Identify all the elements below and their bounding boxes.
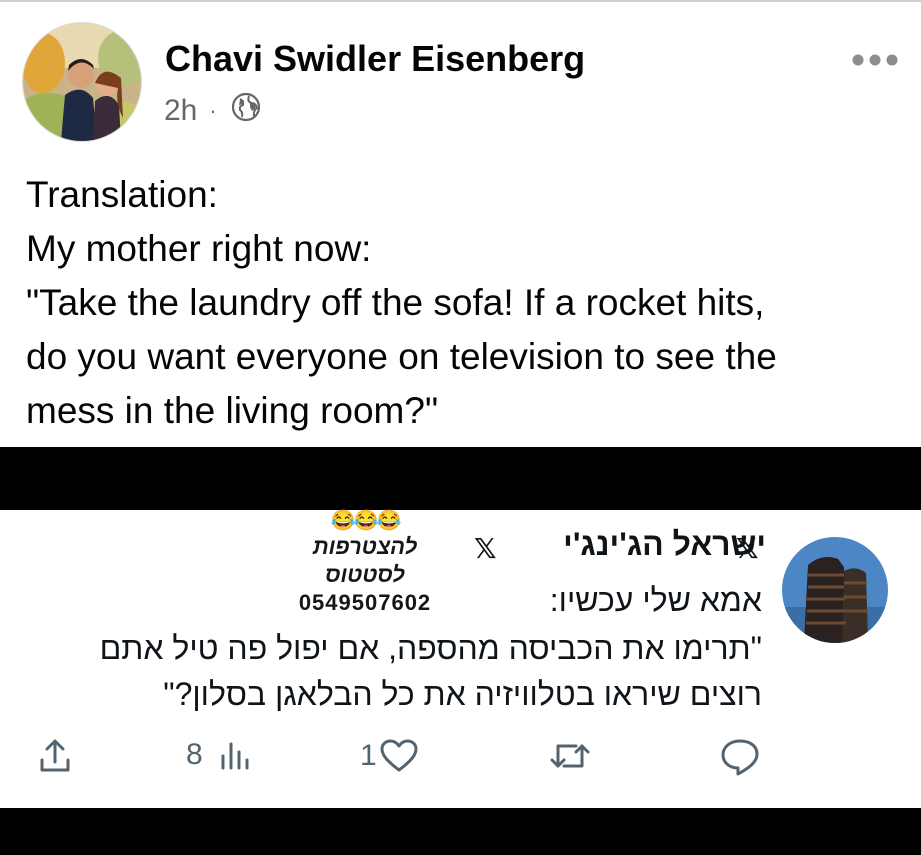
image-top-band xyxy=(0,447,921,510)
post-text-line: do you want everyone on television to se… xyxy=(26,336,777,377)
author-name[interactable]: Chavi Swidler Eisenberg xyxy=(165,38,585,80)
like-count: 1 xyxy=(360,739,377,772)
author-avatar[interactable] xyxy=(22,22,142,142)
post-meta: 2h · xyxy=(164,92,261,130)
views-count: 8 xyxy=(186,738,203,771)
laughing-emoji-icon: 😂😂😂 xyxy=(330,510,402,532)
post-text-line: Translation: xyxy=(26,174,218,215)
post-time[interactable]: 2h xyxy=(164,94,197,128)
avatar-photo xyxy=(23,23,141,141)
post-text: Translation: My mother right now: "Take … xyxy=(26,168,906,438)
post-text-line: "Take the laundry off the sofa! If a roc… xyxy=(26,282,765,323)
tweet-display-name: ישראל הג'ינג'י xyxy=(563,526,766,562)
retweet-icon xyxy=(550,744,590,768)
more-options-button[interactable] xyxy=(850,50,900,70)
reply-button[interactable] xyxy=(720,738,760,776)
image-bottom-band xyxy=(0,808,921,855)
tweet-author-avatar xyxy=(782,537,888,643)
views-button[interactable]: 8 xyxy=(186,738,251,772)
tweet-text-line: רוצים שיראו בטלוויזיה את כל הבלאגן בסלון… xyxy=(163,676,762,712)
promo-line: להצטרפות xyxy=(312,534,418,559)
post-text-line: My mother right now: xyxy=(26,228,372,269)
x-logo-icon: 𝕏 xyxy=(474,532,497,565)
share-button[interactable] xyxy=(38,738,72,774)
promo-line: לסטטוס xyxy=(325,562,405,587)
bar-chart-icon xyxy=(221,742,249,770)
promo-overlay: 😂😂😂 להצטרפות לסטטוס 0549507602 xyxy=(290,508,440,617)
like-button[interactable]: 1 xyxy=(360,738,419,774)
tweet-text-line: אמא שלי עכשיו: xyxy=(549,582,762,618)
meta-separator: · xyxy=(209,98,217,123)
share-icon xyxy=(40,739,70,772)
top-divider xyxy=(0,0,921,2)
heart-icon xyxy=(380,739,418,772)
tweet-text-line: "תרימו את הכביסה מהספה, אם יפול פה טיל א… xyxy=(99,630,762,666)
globe-icon[interactable] xyxy=(231,92,261,130)
ellipsis-icon xyxy=(852,54,898,66)
avatar-photo xyxy=(782,537,888,643)
retweet-button[interactable] xyxy=(548,738,592,774)
comment-icon xyxy=(721,739,759,776)
promo-phone: 0549507602 xyxy=(298,590,432,615)
post-text-line: mess in the living room?" xyxy=(26,390,439,431)
